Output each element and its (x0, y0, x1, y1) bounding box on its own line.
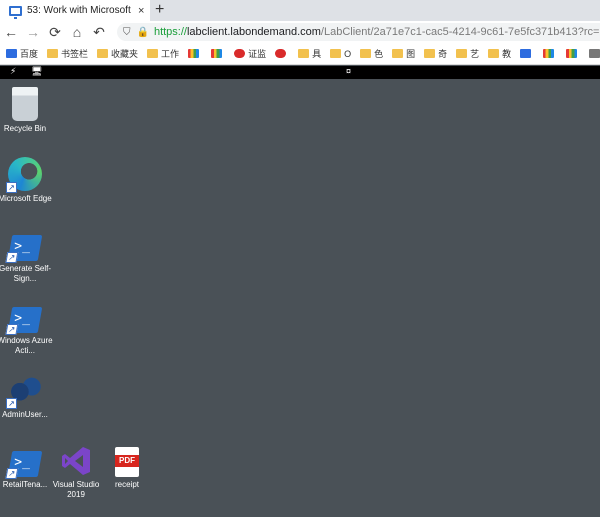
recycle-bin-icon (12, 87, 38, 121)
paw-icon (6, 49, 17, 58)
red-icon (275, 49, 287, 58)
admin-user-icon: ↗ (6, 373, 42, 409)
bookmark-item[interactable] (520, 49, 534, 58)
app-icon (520, 49, 532, 58)
bookmark-item[interactable] (589, 49, 600, 58)
folder-icon (424, 49, 436, 58)
desktop-icon-label: RetailTena... (2, 480, 48, 489)
lock-icon[interactable]: 🔒 (137, 27, 149, 38)
remote-session-toolbar: ⚡ 🖥 ¤ (0, 66, 600, 79)
tab-strip: 53: Work with Microsoft O × + (0, 0, 600, 21)
desktop-icon-label: Microsoft Edge (0, 194, 52, 203)
navigation-bar: ← → ⟳ ⌂ ↶ ⛉ 🔒 https://labclient.labondem… (0, 21, 600, 43)
visual-studio-icon (60, 445, 92, 477)
bookmark-item[interactable] (543, 49, 557, 58)
bookmark-item[interactable] (188, 49, 202, 58)
desktop-icon-label: AdminUser... (2, 410, 48, 419)
shortcut-arrow-icon: ↗ (5, 324, 19, 335)
bookmark-item[interactable]: 工作 (147, 47, 179, 60)
bookmark-item[interactable]: 教 (488, 47, 511, 60)
browser-tab[interactable]: 53: Work with Microsoft O × (0, 0, 150, 21)
remote-desktop: Recycle Bin ↗ Microsoft Edge ↗ Generate … (0, 79, 600, 517)
powershell-icon: ↗ (5, 451, 43, 479)
folder-icon (456, 49, 468, 58)
app-icon (234, 49, 246, 58)
monitor-icon[interactable]: 🖥 (31, 66, 42, 77)
app-icon (188, 49, 200, 58)
bookmark-item[interactable]: O (330, 49, 351, 59)
bookmark-item[interactable]: 色 (360, 47, 383, 60)
shortcut-arrow-icon: ↗ (6, 182, 17, 193)
url-text[interactable]: https://labclient.labondemand.com/LabCli… (154, 26, 600, 38)
app-icon (566, 49, 578, 58)
lightning-icon[interactable]: ⚡ (10, 66, 16, 77)
desktop-icon-retail-tenant[interactable]: ↗ RetailTena... (0, 447, 53, 490)
app-icon (211, 49, 223, 58)
monitor-favicon-icon (9, 5, 22, 19)
bookmark-item[interactable]: 书签栏 (47, 47, 88, 60)
desktop-icon-visual-studio-2019[interactable]: Visual Studio 2019 (48, 445, 104, 500)
desktop-icon-receipt[interactable]: PDF receipt (99, 447, 155, 490)
new-tab-button[interactable]: + (155, 1, 164, 19)
app-icon (543, 49, 555, 58)
desktop-icon-generate-self-signed[interactable]: ↗ Generate Self-Sign... (0, 231, 53, 284)
bookmark-item[interactable]: 收藏夹 (97, 47, 138, 60)
folder-icon (97, 49, 109, 58)
bookmark-item[interactable]: 艺 (456, 47, 479, 60)
bookmark-item[interactable]: 具 (298, 47, 321, 60)
shortcut-arrow-icon: ↗ (5, 252, 19, 263)
home-button[interactable]: ⌂ (66, 24, 88, 40)
edge-icon: ↗ (6, 157, 42, 193)
reload-button[interactable]: ⟳ (44, 24, 66, 41)
bookmark-item[interactable]: 百度 (6, 47, 38, 60)
bookmarks-bar: 百度 书签栏 收藏夹 工作 证监 具 O 色 图 奇 艺 教 财 (0, 43, 600, 65)
forward-button[interactable]: → (22, 24, 44, 40)
shortcut-arrow-icon: ↗ (5, 468, 19, 479)
pdf-file-icon: PDF (115, 447, 139, 477)
folder-icon (147, 49, 159, 58)
folder-icon (360, 49, 372, 58)
folder-icon (392, 49, 404, 58)
desktop-icon-admin-user[interactable]: ↗ AdminUser... (0, 373, 53, 420)
bookmark-item[interactable]: 证监 (234, 47, 266, 60)
address-bar[interactable]: ⛉ 🔒 https://labclient.labondemand.com/La… (117, 23, 600, 41)
bookmark-item[interactable] (275, 49, 289, 58)
desktop-icon-recycle-bin[interactable]: Recycle Bin (0, 87, 53, 134)
desktop-icon-label: Recycle Bin (3, 124, 47, 133)
desktop-icon-windows-azure-active[interactable]: ↗ Windows Azure Acti... (0, 303, 53, 356)
bookmark-item[interactable] (566, 49, 580, 58)
desktop-icon-microsoft-edge[interactable]: ↗ Microsoft Edge (0, 157, 53, 204)
powershell-icon: ↗ (5, 235, 43, 263)
desktop-icon-label: Generate Self-Sign... (0, 264, 52, 283)
shortcut-arrow-icon: ↗ (6, 398, 17, 409)
folder-icon (298, 49, 310, 58)
back-button[interactable]: ← (0, 24, 22, 40)
tab-title: 53: Work with Microsoft O (27, 5, 134, 16)
pdf-label: PDF (115, 455, 139, 467)
bookmark-item[interactable]: 图 (392, 47, 415, 60)
powershell-icon: ↗ (5, 307, 43, 335)
folder-icon (47, 49, 59, 58)
toolbar-handle-icon[interactable]: ¤ (346, 66, 351, 76)
close-tab-icon[interactable]: × (138, 5, 144, 17)
bookmark-item[interactable] (211, 49, 225, 58)
desktop-icon-label: Windows Azure Acti... (0, 336, 53, 355)
desktop-icon-label: receipt (114, 480, 139, 489)
app-icon (589, 49, 600, 58)
shield-icon[interactable]: ⛉ (123, 27, 131, 38)
undo-button[interactable]: ↶ (88, 24, 110, 41)
bookmark-item[interactable]: 奇 (424, 47, 447, 60)
desktop-icon-label: Visual Studio 2019 (52, 480, 100, 499)
folder-icon (488, 49, 500, 58)
folder-icon (330, 49, 342, 58)
